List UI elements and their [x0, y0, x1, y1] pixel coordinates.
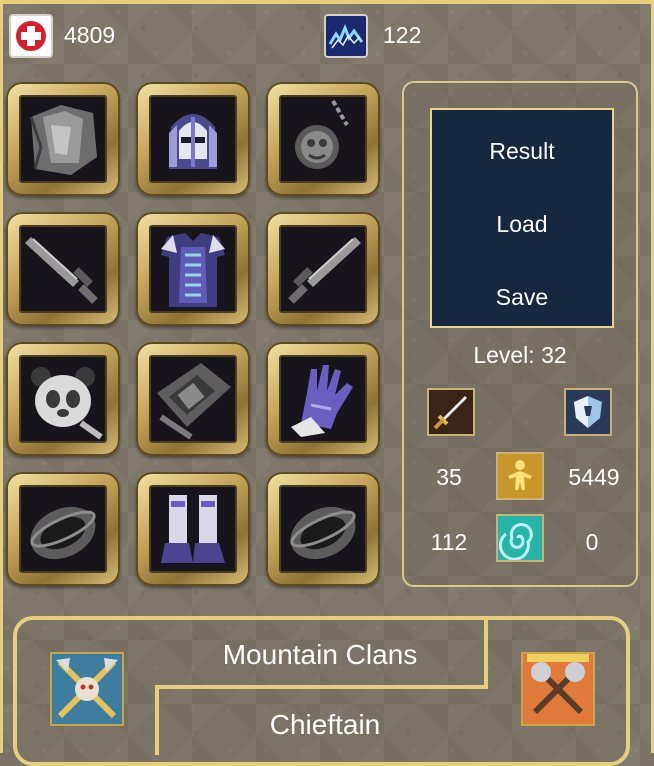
helmet-icon: [149, 95, 237, 183]
panda-trinket-icon: [19, 355, 107, 443]
equipment-slot-weapon-right[interactable]: [266, 212, 380, 326]
lightning-icon: [324, 14, 368, 58]
figure-icon: [496, 452, 544, 500]
swirl-icon: [496, 514, 544, 562]
banner-divider: [484, 616, 488, 689]
equipment-slot-trinket[interactable]: [6, 342, 120, 456]
equipment-slot-amulet[interactable]: [266, 82, 380, 196]
health-value: 4809: [64, 22, 116, 48]
stat-value-left-top: 35: [436, 464, 462, 490]
stat-value-left-bottom: 112: [430, 529, 468, 555]
sword-icon: [19, 225, 107, 313]
cloak-icon: [19, 95, 107, 183]
glove-icon: [279, 355, 367, 443]
frame-top-border: [0, 0, 654, 4]
equipment-slot-ring-right[interactable]: [266, 472, 380, 586]
save-button[interactable]: Save: [432, 286, 612, 309]
crossed-axes-skull-icon: [50, 652, 124, 726]
amulet-icon: [279, 95, 367, 183]
equipment-slot-gloves[interactable]: [266, 342, 380, 456]
stat-value-right-top: 5449: [568, 464, 620, 490]
faction-title: Chieftain: [269, 709, 381, 740]
stat-value-right-bottom: 0: [585, 529, 599, 555]
equipment-slot-ring-left[interactable]: [6, 472, 120, 586]
equipment-slot-weapon-left[interactable]: [6, 212, 120, 326]
equipment-slot-belt[interactable]: [136, 342, 250, 456]
frame-left-border: [0, 0, 3, 753]
level-label: Level: 32: [473, 342, 567, 368]
equipment-slot-helmet[interactable]: [136, 82, 250, 196]
chest-armor-icon: [149, 225, 237, 313]
shield-stat-icon: [564, 388, 612, 436]
faction-name: Mountain Clans: [222, 639, 418, 670]
mana-value: 122: [383, 22, 422, 48]
sword-icon: [279, 225, 367, 313]
ring-icon: [19, 485, 107, 573]
result-button[interactable]: Result: [432, 140, 612, 163]
sword-stat-icon: [427, 388, 475, 436]
equipment-slot-boots[interactable]: [136, 472, 250, 586]
equipment-slot-cloak[interactable]: [6, 82, 120, 196]
boots-icon: [149, 485, 237, 573]
equipment-slot-chest[interactable]: [136, 212, 250, 326]
menu-box: Result Load Save: [430, 108, 614, 328]
banner-divider: [155, 685, 488, 689]
health-cross-icon: [9, 14, 53, 58]
load-button[interactable]: Load: [432, 213, 612, 236]
belt-icon: [149, 355, 237, 443]
banner-divider: [155, 685, 159, 755]
ring-icon: [279, 485, 367, 573]
crossed-hammers-icon: [521, 652, 595, 726]
